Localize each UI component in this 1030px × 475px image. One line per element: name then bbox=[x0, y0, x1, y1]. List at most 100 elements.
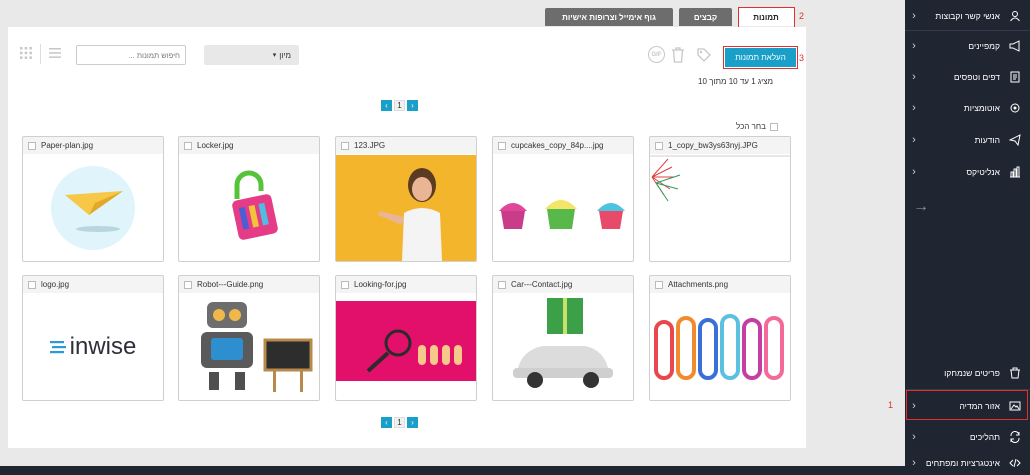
image-card[interactable]: 1_copy_bw3ys63nyj.JPG bbox=[649, 136, 791, 262]
card-header: Locker.jpg bbox=[179, 137, 319, 154]
image-card[interactable]: Attachments.png bbox=[649, 275, 791, 401]
pager-page-number[interactable]: 1 bbox=[394, 100, 405, 111]
chevron-left-icon: ‹ bbox=[912, 431, 916, 443]
sidebar-item-deleted[interactable]: פריטים שנמחקו bbox=[905, 357, 1030, 389]
pager-prev-button[interactable]: ‹ bbox=[381, 100, 392, 111]
image-card[interactable]: 123.JPG bbox=[335, 136, 477, 262]
image-name: Paper-plan.jpg bbox=[41, 141, 94, 150]
list-view-icon[interactable] bbox=[49, 47, 61, 61]
card-header: Paper-plan.jpg bbox=[23, 137, 163, 154]
card-checkbox[interactable] bbox=[341, 141, 349, 150]
select-all[interactable]: בחר הכל bbox=[736, 122, 778, 131]
sidebar-item-contacts[interactable]: אנשי קשר וקבוצות ‹ bbox=[905, 0, 1030, 32]
chevron-left-icon: ‹ bbox=[912, 134, 916, 146]
chevron-left-icon: ‹ bbox=[912, 40, 916, 52]
card-checkbox[interactable] bbox=[184, 280, 192, 289]
search-input[interactable] bbox=[76, 45, 186, 65]
analytics-icon bbox=[1004, 166, 1026, 178]
image-card[interactable]: Car---Contact.jpg bbox=[492, 275, 634, 401]
contacts-icon bbox=[1004, 10, 1026, 22]
expand-arrow-icon[interactable]: → bbox=[913, 198, 929, 216]
card-checkbox[interactable] bbox=[498, 280, 506, 289]
sidebar-item-processes[interactable]: תהליכים ‹ bbox=[905, 421, 1030, 453]
pager-next-button[interactable]: › bbox=[407, 100, 418, 111]
card-header: Robot---Guide.png bbox=[179, 276, 319, 293]
sidebar-item-messages[interactable]: הודעות ‹ bbox=[905, 124, 1030, 156]
card-checkbox[interactable] bbox=[655, 280, 663, 289]
process-icon bbox=[1004, 431, 1026, 443]
card-checkbox[interactable] bbox=[655, 141, 663, 150]
tag-icon[interactable] bbox=[694, 45, 714, 65]
results-count: מציג 1 עד 10 מתוך 10 bbox=[698, 77, 774, 86]
image-name: Car---Contact.jpg bbox=[511, 280, 573, 289]
code-icon bbox=[1004, 457, 1026, 469]
image-name: Looking-for.jpg bbox=[354, 280, 407, 289]
image-card[interactable]: Looking-for.jpg bbox=[335, 275, 477, 401]
sort-select[interactable]: מיון ▾ bbox=[204, 45, 299, 65]
sidebar-item-campaigns[interactable]: קמפיינים ‹ bbox=[905, 30, 1030, 62]
annotation-2: 2 bbox=[799, 11, 805, 21]
card-checkbox[interactable] bbox=[28, 280, 36, 289]
chevron-left-icon: ‹ bbox=[912, 71, 916, 83]
image-card[interactable]: cupcakes_copy_84p....jpg bbox=[492, 136, 634, 262]
chevron-left-icon: ‹ bbox=[912, 166, 916, 178]
select-all-checkbox[interactable] bbox=[769, 122, 778, 131]
select-all-label: בחר הכל bbox=[736, 122, 766, 131]
highlight-box-media bbox=[906, 390, 1028, 420]
chevron-left-icon: ‹ bbox=[912, 456, 916, 469]
pager-prev-button[interactable]: ‹ bbox=[381, 417, 392, 428]
megaphone-icon bbox=[1004, 40, 1026, 52]
bottom-bar bbox=[0, 466, 905, 475]
trash-icon[interactable] bbox=[668, 45, 688, 65]
pager-next-button[interactable]: › bbox=[407, 417, 418, 428]
robot-image bbox=[179, 294, 319, 400]
card-header: 123.JPG bbox=[336, 137, 476, 154]
sort-label: מיון bbox=[279, 50, 291, 60]
tab-files[interactable]: קבצים bbox=[679, 8, 732, 26]
image-card[interactable]: Robot---Guide.png bbox=[178, 275, 320, 401]
cupcakes-image bbox=[493, 155, 633, 261]
gif-icon[interactable]: GIF bbox=[648, 46, 665, 63]
image-name: cupcakes_copy_84p....jpg bbox=[511, 141, 604, 150]
image-name: logo.jpg bbox=[41, 280, 70, 289]
trash-icon bbox=[1004, 367, 1026, 379]
automation-icon bbox=[1004, 102, 1026, 114]
caret-down-icon: ▾ bbox=[272, 52, 277, 59]
image-card[interactable]: Paper-plan.jpg bbox=[22, 136, 164, 262]
fireworks-image bbox=[650, 155, 790, 261]
tab-email-body[interactable]: גוף אימייל וצרופות אישיות bbox=[545, 8, 673, 26]
card-header: Car---Contact.jpg bbox=[493, 276, 633, 293]
sidebar-item-pages[interactable]: דפים וטפסים ‹ bbox=[905, 61, 1030, 93]
pagination-bottom: ‹ 1 › bbox=[381, 417, 418, 428]
sidebar-item-integrations[interactable]: אינטגרציות ומפתחים ‹ bbox=[905, 450, 1030, 475]
image-name: Attachments.png bbox=[668, 280, 729, 289]
image-name: Locker.jpg bbox=[197, 141, 234, 150]
card-header: cupcakes_copy_84p....jpg bbox=[493, 137, 633, 154]
grid-view-icon[interactable] bbox=[20, 47, 32, 61]
card-checkbox[interactable] bbox=[184, 141, 192, 150]
image-card[interactable]: logo.jpg inwise bbox=[22, 275, 164, 401]
chevron-left-icon: ‹ bbox=[912, 10, 916, 22]
card-header: 1_copy_bw3ys63nyj.JPG bbox=[650, 137, 790, 154]
card-header: logo.jpg bbox=[23, 276, 163, 293]
messages-icon bbox=[1004, 134, 1026, 146]
media-panel: העלאת תמונות 3 GIF מיון ▾ מציג 1 עד 10 מ… bbox=[8, 27, 806, 448]
image-card[interactable]: Locker.jpg bbox=[178, 136, 320, 262]
annotation-1: 1 bbox=[888, 400, 894, 410]
magnifier-image bbox=[336, 294, 476, 400]
pager-page-number[interactable]: 1 bbox=[394, 417, 405, 428]
card-checkbox[interactable] bbox=[28, 141, 36, 150]
highlight-box-upload bbox=[723, 46, 798, 69]
annotation-3: 3 bbox=[799, 53, 805, 63]
image-name: Robot---Guide.png bbox=[197, 280, 264, 289]
paper-plane-image bbox=[23, 155, 163, 261]
card-header: Attachments.png bbox=[650, 276, 790, 293]
view-separator bbox=[40, 44, 41, 64]
sidebar-item-analytics[interactable]: אנליטיקס ‹ bbox=[905, 156, 1030, 188]
sidebar-item-automations[interactable]: אוטומציות ‹ bbox=[905, 92, 1030, 124]
card-checkbox[interactable] bbox=[341, 280, 349, 289]
inwise-logo-image: inwise bbox=[23, 294, 163, 400]
page-icon bbox=[1004, 71, 1026, 83]
paper-clips-image bbox=[650, 294, 790, 400]
card-checkbox[interactable] bbox=[498, 141, 506, 150]
